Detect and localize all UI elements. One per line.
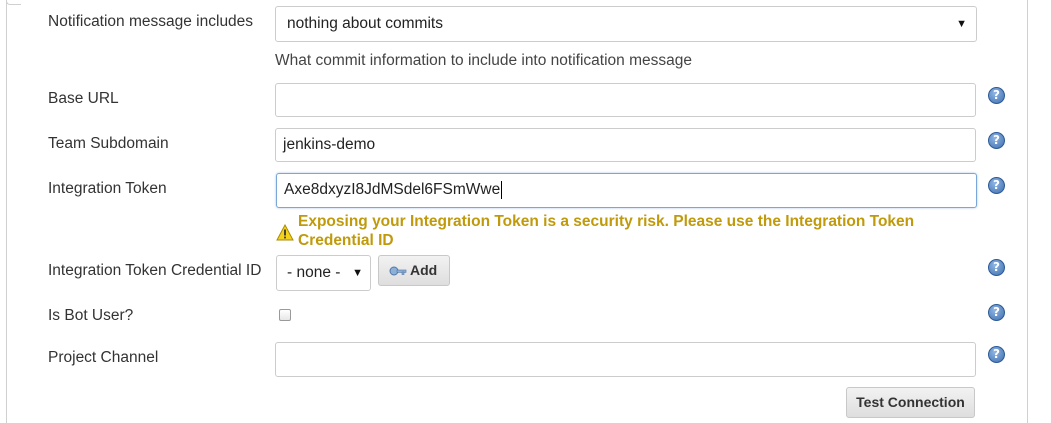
panel-right-border bbox=[1027, 0, 1028, 423]
credential-select-value: - none - bbox=[287, 264, 341, 281]
notification-select-value: nothing about commits bbox=[287, 15, 443, 32]
test-connection-button[interactable]: Test Connection bbox=[846, 387, 975, 418]
text-caret bbox=[501, 180, 503, 199]
integration-token-label: Integration Token bbox=[48, 180, 167, 197]
notification-select[interactable]: nothing about commits ▼ bbox=[275, 6, 977, 42]
help-icon[interactable]: ? bbox=[988, 304, 1005, 321]
team-subdomain-input[interactable]: jenkins-demo bbox=[275, 128, 976, 162]
notification-label: Notification message includes bbox=[48, 13, 254, 30]
bot-user-label: Is Bot User? bbox=[48, 307, 134, 324]
help-icon[interactable]: ? bbox=[988, 87, 1005, 104]
add-credential-button[interactable]: Add bbox=[378, 255, 450, 286]
warning-icon bbox=[276, 224, 294, 241]
project-channel-input[interactable] bbox=[275, 342, 976, 377]
team-subdomain-label: Team Subdomain bbox=[48, 135, 169, 152]
add-button-label: Add bbox=[410, 262, 438, 278]
token-warning-message: Exposing your Integration Token is a sec… bbox=[298, 213, 915, 249]
credential-select[interactable]: - none - ▼ bbox=[276, 255, 371, 291]
integration-token-input[interactable]: Axe8dxyzI8JdMSdel6FSmWwe bbox=[276, 173, 977, 208]
notification-hint: What commit information to include into … bbox=[275, 52, 692, 69]
help-icon[interactable]: ? bbox=[988, 132, 1005, 149]
help-icon[interactable]: ? bbox=[988, 259, 1005, 276]
credential-label: Integration Token Credential ID bbox=[48, 262, 262, 279]
base-url-input[interactable] bbox=[275, 83, 976, 117]
bot-user-checkbox[interactable] bbox=[279, 309, 291, 321]
project-channel-label: Project Channel bbox=[48, 349, 159, 366]
panel-corner bbox=[6, 0, 21, 5]
chevron-down-icon: ▼ bbox=[352, 267, 363, 279]
key-icon bbox=[389, 266, 407, 276]
panel-left-border bbox=[6, 0, 7, 423]
help-icon[interactable]: ? bbox=[988, 346, 1005, 363]
chevron-down-icon: ▼ bbox=[956, 18, 967, 30]
base-url-label: Base URL bbox=[48, 90, 119, 107]
help-icon[interactable]: ? bbox=[988, 177, 1005, 194]
integration-token-value: Axe8dxyzI8JdMSdel6FSmWwe bbox=[284, 181, 501, 198]
